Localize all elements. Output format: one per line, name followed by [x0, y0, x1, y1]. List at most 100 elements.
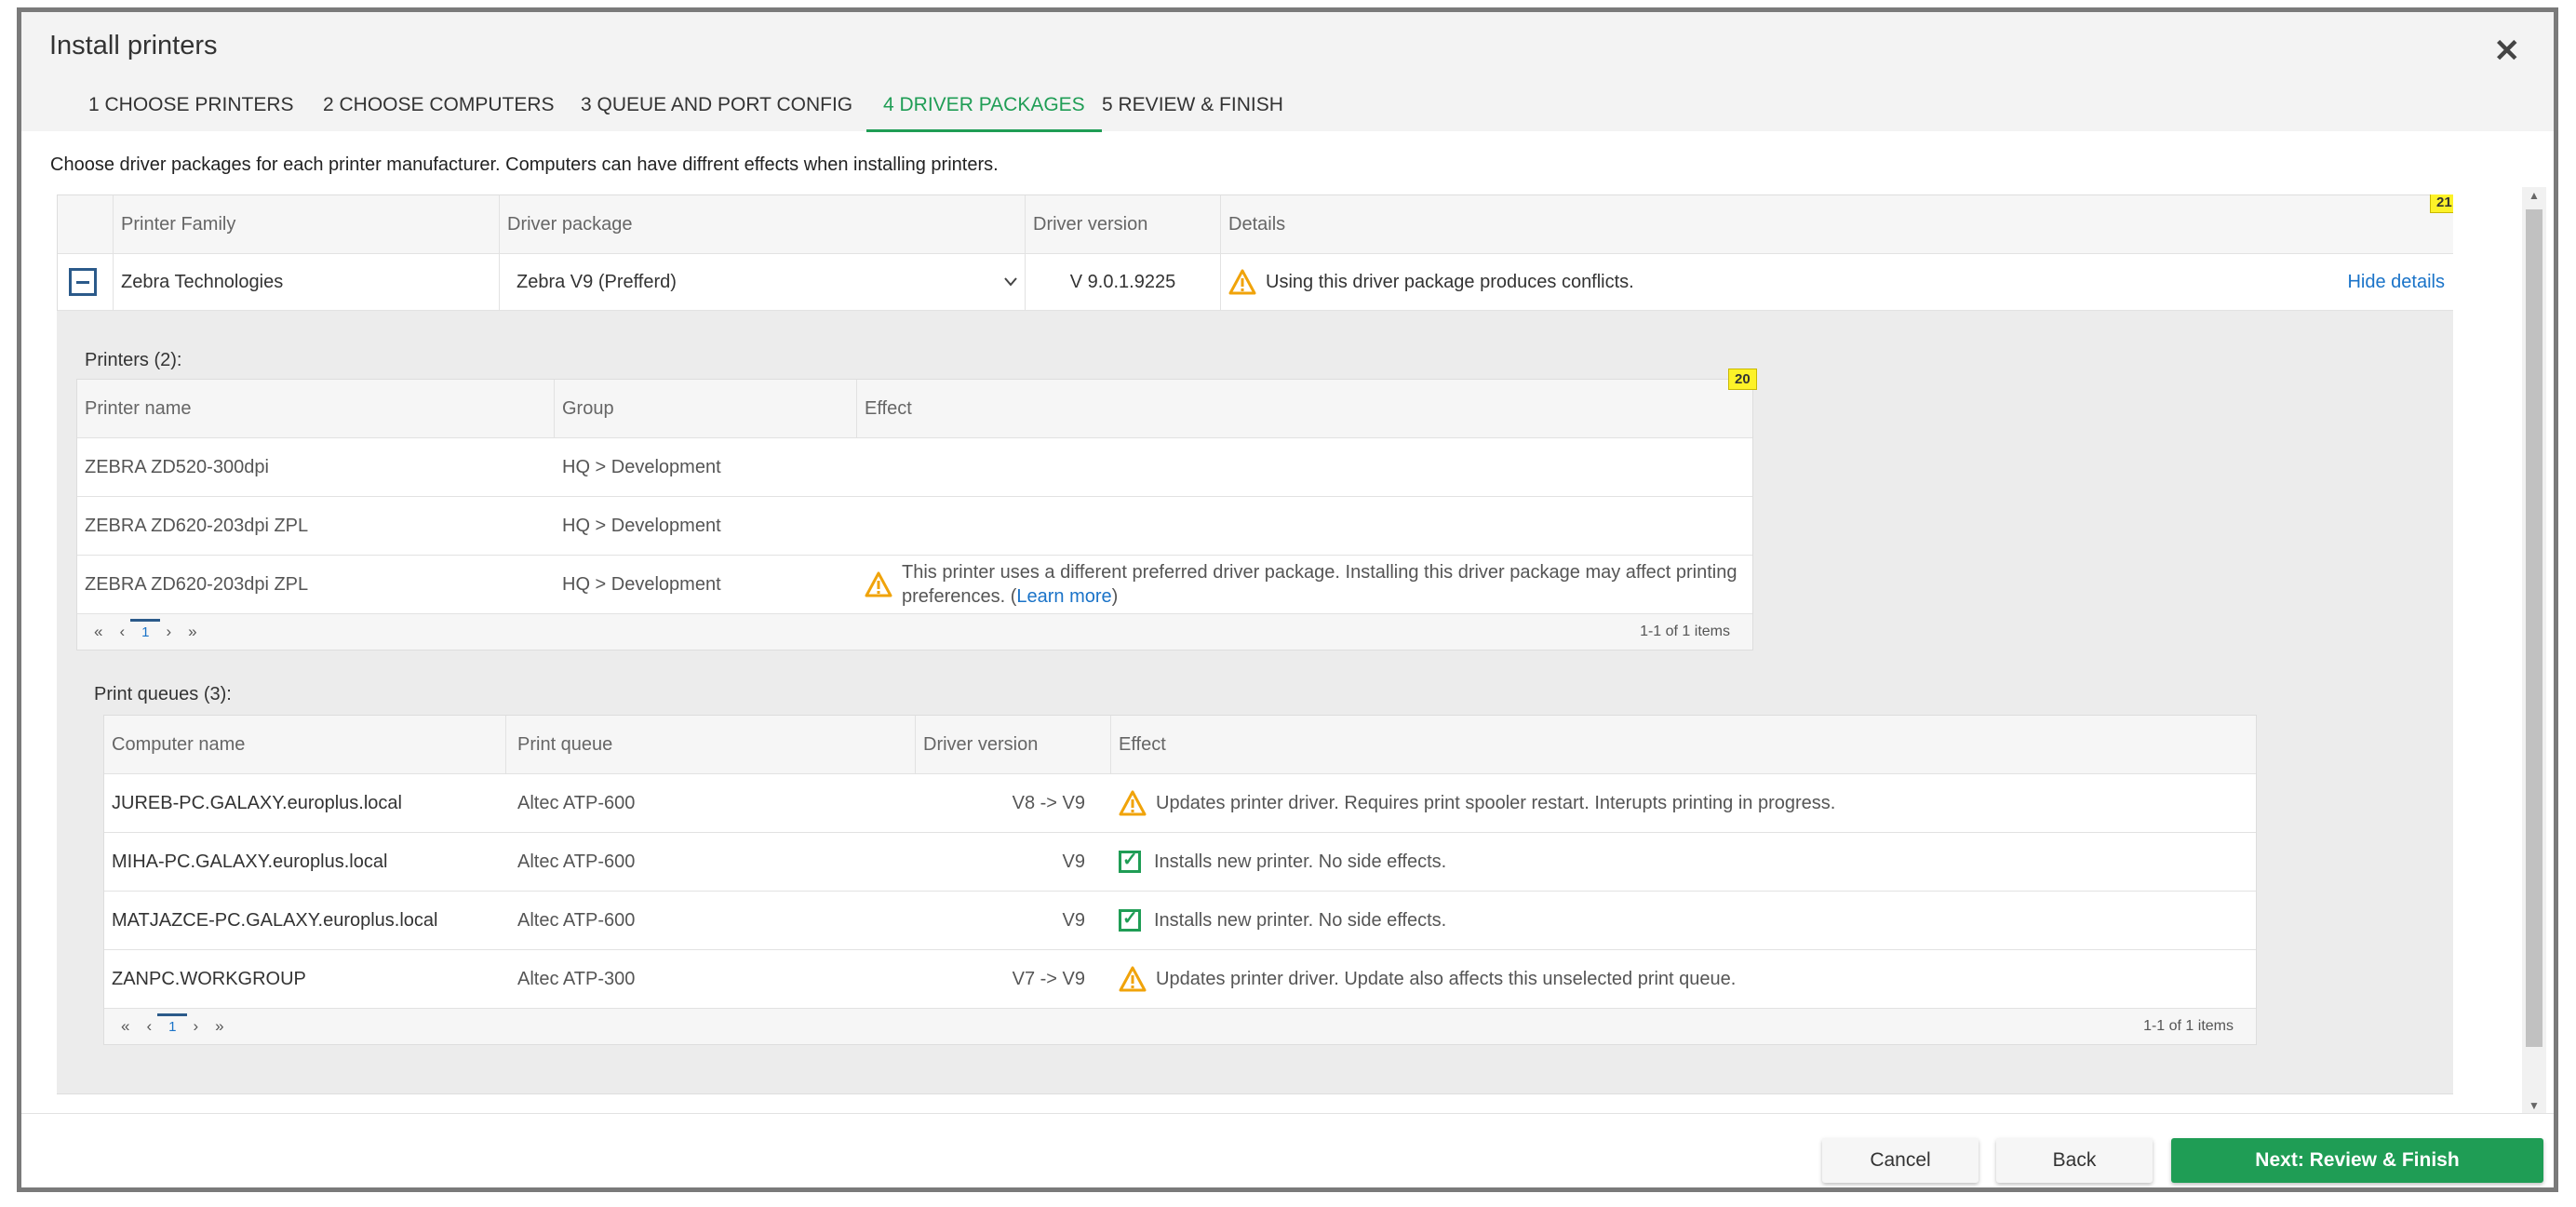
- column-header-computer-name: Computer name: [104, 716, 506, 773]
- close-icon[interactable]: ✕: [2494, 33, 2521, 70]
- computer-name-cell: MIHA-PC.GALAXY.europlus.local: [112, 851, 388, 872]
- warning-icon: [1119, 966, 1147, 992]
- check-icon: [1119, 848, 1141, 873]
- tab-driver-packages[interactable]: 4 DRIVER PACKAGES: [866, 94, 1102, 132]
- back-button[interactable]: Back: [1996, 1138, 2153, 1183]
- table-row: ZEBRA ZD620-203dpi ZPL HQ > Development: [77, 497, 1752, 556]
- effect-cell: [857, 497, 1752, 555]
- tab-choose-printers[interactable]: 1 CHOOSE PRINTERS: [88, 94, 294, 129]
- details-cell: Using this driver package produces confl…: [1221, 254, 2453, 310]
- driver-version-cell: V9: [1062, 851, 1085, 872]
- vertical-scrollbar[interactable]: ▲ ▼: [2522, 187, 2546, 1114]
- driver-packages-table: Printer Family Driver package Driver ver…: [57, 194, 2453, 312]
- driver-version-cell: V8 -> V9: [1012, 792, 1085, 813]
- effect-text: This printer uses a different preferred …: [902, 562, 1737, 607]
- column-header-driver-version: Driver version: [1026, 195, 1221, 253]
- driver-version-cell: V 9.0.1.9225: [1026, 254, 1221, 310]
- tab-choose-computers[interactable]: 2 CHOOSE COMPUTERS: [323, 94, 555, 129]
- dialog-header: Install printers ✕ 1 CHOOSE PRINTERS 2 C…: [21, 12, 2554, 132]
- scroll-down-icon[interactable]: ▼: [2522, 1099, 2546, 1112]
- print-queue-cell: Altec ATP-600: [517, 909, 636, 931]
- dialog-title: Install printers: [49, 31, 218, 60]
- effect-cell: [857, 438, 1752, 496]
- column-header-effect: Effect: [1119, 733, 1166, 755]
- column-header-printer-name: Printer name: [77, 380, 555, 437]
- next-page-icon[interactable]: ›: [166, 623, 171, 641]
- prev-page-icon[interactable]: ‹: [119, 623, 125, 641]
- effect-cell: Updates printer driver. Update also affe…: [1111, 950, 2256, 1008]
- table-row: ZEBRA ZD620-203dpi ZPL HQ > Development …: [77, 556, 1752, 614]
- print-queue-cell: Altec ATP-300: [517, 968, 636, 989]
- computer-name-cell: MATJAZCE-PC.GALAXY.europlus.local: [112, 909, 438, 931]
- driver-version-cell: V9: [1062, 909, 1085, 931]
- warning-icon: [1119, 790, 1147, 816]
- effect-cell: Installs new printer. No side effects.: [1111, 833, 2256, 891]
- print-queues-table: Computer name Print queue Driver version…: [103, 715, 2257, 1045]
- printers-table: Printer name Group Effect ZEBRA ZD520-30…: [76, 379, 1753, 650]
- table-row: Zebra Technologies Zebra V9 (Prefferd) V…: [58, 254, 2453, 311]
- current-page[interactable]: 1: [156, 1013, 189, 1035]
- table-row: MIHA-PC.GALAXY.europlus.local Altec ATP-…: [104, 833, 2256, 892]
- column-header-printer-family: Printer Family: [114, 195, 500, 253]
- warning-icon: [865, 571, 892, 597]
- scrollbar-thumb[interactable]: [2526, 209, 2542, 1047]
- driver-package-select[interactable]: Zebra V9 (Prefferd): [500, 254, 1026, 310]
- column-header-driver-version: Driver version: [916, 716, 1111, 773]
- table-row: ZEBRA ZD520-300dpi HQ > Development: [77, 438, 1752, 497]
- chevron-down-icon: [1004, 277, 1017, 287]
- check-icon: [1119, 906, 1141, 932]
- prev-page-icon[interactable]: ‹: [146, 1017, 152, 1036]
- effect-text: Installs new printer. No side effects.: [1154, 909, 1447, 931]
- next-review-finish-button[interactable]: Next: Review & Finish: [2171, 1138, 2543, 1183]
- table-row: ZANPC.WORKGROUP Altec ATP-300 V7 -> V9 U…: [104, 950, 2256, 1009]
- effect-cell: This printer uses a different preferred …: [857, 556, 1752, 613]
- driver-version-cell: V7 -> V9: [1012, 968, 1085, 989]
- last-page-icon[interactable]: »: [188, 623, 196, 641]
- pager-info: 1-1 of 1 items: [1640, 624, 1730, 639]
- group-cell: HQ > Development: [562, 456, 721, 477]
- effect-text: Updates printer driver. Requires print s…: [1156, 792, 1836, 813]
- driver-packages-content: Printer Family Driver package Driver ver…: [57, 194, 2453, 1097]
- printer-name-cell: ZEBRA ZD520-300dpi: [85, 456, 269, 477]
- group-cell: HQ > Development: [562, 515, 721, 536]
- first-page-icon[interactable]: «: [94, 623, 102, 641]
- dialog-footer: Cancel Back Next: Review & Finish: [21, 1113, 2554, 1187]
- column-header-details: Details: [1228, 213, 1286, 235]
- driver-package-dropdown[interactable]: Zebra V9 (Prefferd): [507, 254, 1025, 310]
- collapse-icon[interactable]: [69, 268, 97, 296]
- table-row: JUREB-PC.GALAXY.europlus.local Altec ATP…: [104, 774, 2256, 833]
- effect-cell: Installs new printer. No side effects.: [1111, 892, 2256, 949]
- column-header-group: Group: [555, 380, 857, 437]
- first-page-icon[interactable]: «: [121, 1017, 129, 1036]
- group-cell: HQ > Development: [562, 573, 721, 595]
- learn-more-link[interactable]: Learn more: [1016, 586, 1111, 607]
- print-queue-cell: Altec ATP-600: [517, 792, 636, 813]
- printer-family-cell: Zebra Technologies: [114, 254, 500, 310]
- printer-name-cell: ZEBRA ZD620-203dpi ZPL: [85, 573, 309, 595]
- hide-details-link[interactable]: Hide details: [2347, 272, 2445, 293]
- printers-section-title: Printers (2):: [85, 350, 182, 370]
- pager-info: 1-1 of 1 items: [2143, 1018, 2234, 1034]
- details-panel: Printers (2): Printer name Group Effect …: [57, 311, 2453, 1097]
- printers-table-header: Printer name Group Effect: [77, 380, 1752, 438]
- expander-column-header: [58, 195, 114, 253]
- effect-text: Installs new printer. No side effects.: [1154, 851, 1447, 872]
- cancel-button[interactable]: Cancel: [1822, 1138, 1979, 1183]
- effect-cell: Updates printer driver. Requires print s…: [1111, 774, 2256, 832]
- warning-icon: [1228, 269, 1256, 295]
- scroll-up-icon[interactable]: ▲: [2522, 189, 2546, 202]
- driver-package-value: Zebra V9 (Prefferd): [517, 271, 677, 292]
- print-queue-cell: Altec ATP-600: [517, 851, 636, 872]
- table-row: [57, 1093, 2453, 1097]
- next-page-icon[interactable]: ›: [193, 1017, 198, 1036]
- print-queues-table-header: Computer name Print queue Driver version…: [104, 716, 2256, 774]
- printer-name-cell: ZEBRA ZD620-203dpi ZPL: [85, 515, 309, 536]
- tab-queue-port-config[interactable]: 3 QUEUE AND PORT CONFIG: [581, 94, 852, 129]
- current-page[interactable]: 1: [129, 618, 162, 640]
- install-printers-dialog: Install printers ✕ 1 CHOOSE PRINTERS 2 C…: [17, 7, 2558, 1192]
- details-content: Using this driver package produces confl…: [1228, 269, 1634, 295]
- table-row: MATJAZCE-PC.GALAXY.europlus.local Altec …: [104, 892, 2256, 950]
- effect-text: Updates printer driver. Update also affe…: [1156, 968, 1737, 989]
- tab-review-finish[interactable]: 5 REVIEW & FINISH: [1102, 94, 1283, 129]
- last-page-icon[interactable]: »: [215, 1017, 223, 1036]
